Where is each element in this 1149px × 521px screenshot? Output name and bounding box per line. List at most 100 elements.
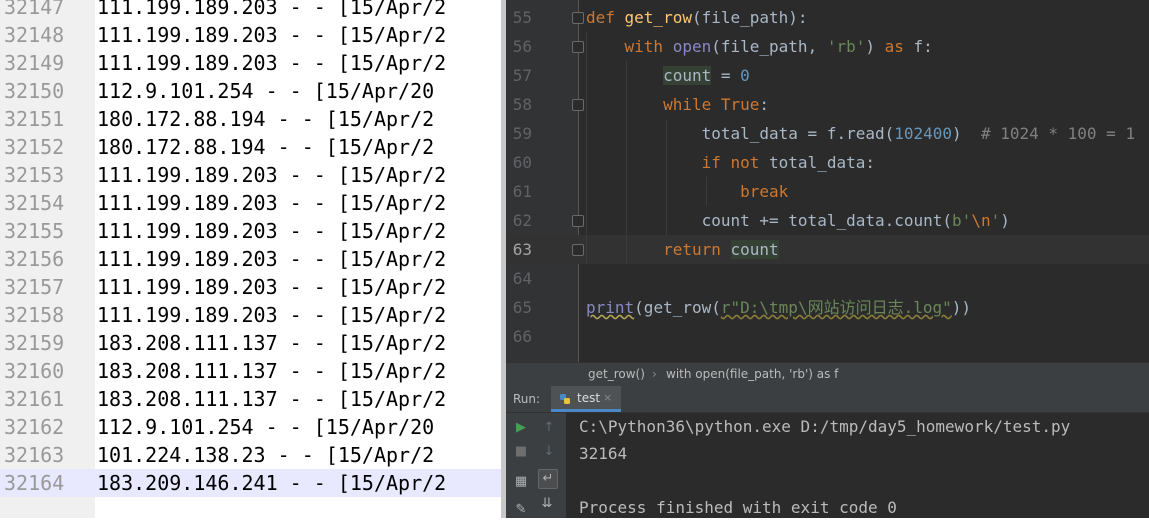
log-row: 32155 111.199.189.203 - - [15/Apr/2 xyxy=(0,217,503,245)
log-line-number: 32158 xyxy=(4,303,65,327)
code-line: 60 if not total_data: xyxy=(506,148,1149,177)
code-line: 57 count = 0 xyxy=(506,61,1149,90)
code-line: 58 while True: xyxy=(506,90,1149,119)
code-token: ) xyxy=(1000,211,1010,230)
code-token: count += total_data.count( xyxy=(586,211,953,230)
code-token: r"D:\tmp\网站访问日志.log" xyxy=(720,298,952,317)
run-toolbar: ▶ ↑ ■ ↓ ▦ ↵ ⇊ ✎ xyxy=(506,413,566,518)
log-line-text: 111.199.189.203 - - [15/Apr/2 xyxy=(97,163,447,187)
code-token: # 1024 * 100 = 1 xyxy=(980,124,1136,143)
fold-icon[interactable] xyxy=(572,244,584,256)
code-line-number: 65 xyxy=(512,298,532,317)
code-token: (file_path, xyxy=(711,37,827,56)
console-line: 32164 xyxy=(579,444,628,463)
fold-icon[interactable] xyxy=(572,215,584,227)
log-row: 32154 111.199.189.203 - - [15/Apr/2 xyxy=(0,189,503,217)
breadcrumb: get_row() › with open(file_path, 'rb') a… xyxy=(506,362,1149,387)
pin-icon[interactable]: ✎ xyxy=(512,501,530,519)
log-line-text: 183.208.111.137 - - [15/Apr/2 xyxy=(97,387,447,411)
log-line-text: 183.208.111.137 - - [15/Apr/2 xyxy=(97,359,447,383)
breadcrumb-item-function[interactable]: get_row() xyxy=(588,367,645,381)
code-token: print xyxy=(586,298,635,317)
run-tab-bar: Run: test × xyxy=(506,386,1149,413)
log-line-number: 32161 xyxy=(4,387,65,411)
log-row: 32153 111.199.189.203 - - [15/Apr/2 xyxy=(0,161,503,189)
code-token: b' xyxy=(952,211,972,230)
code-token: open xyxy=(672,37,712,56)
log-row: 32162 112.9.101.254 - - [15/Apr/20 xyxy=(0,413,503,441)
log-line-text: 112.9.101.254 - - [15/Apr/20 xyxy=(97,79,435,103)
log-line-number: 32160 xyxy=(4,359,65,383)
scroll-to-end-icon[interactable]: ⇊ xyxy=(538,495,556,513)
log-line-number: 32150 xyxy=(4,79,65,103)
code-line: 55 def get_row(file_path): xyxy=(506,3,1149,32)
fold-icon[interactable] xyxy=(572,41,584,53)
code-text: if not total_data: xyxy=(586,148,875,177)
code-line-number: 66 xyxy=(512,327,532,346)
log-row: 32164 183.209.146.241 - - [15/Apr/2 xyxy=(0,469,503,497)
soft-wrap-icon[interactable]: ↵ xyxy=(538,469,558,489)
stop-icon[interactable]: ■ xyxy=(512,443,530,461)
log-viewer-pane[interactable]: 32147 111.199.189.203 - - [15/Apr/2 32148 1… xyxy=(0,0,503,518)
breadcrumb-separator: › xyxy=(652,367,657,381)
log-row: 32152 180.172.88.194 - - [15/Apr/2 xyxy=(0,133,503,161)
code-token: 'rb' xyxy=(826,37,866,56)
log-line-number: 32163 xyxy=(4,443,65,467)
code-token: 102400 xyxy=(894,124,953,143)
rerun-icon[interactable]: ▶ xyxy=(512,419,530,437)
log-line-text: 180.172.88.194 - - [15/Apr/2 xyxy=(97,135,435,159)
code-token: (get_row( xyxy=(634,298,721,317)
code-text: total_data = f.read(102400) # 1024 * 100… xyxy=(586,119,1135,148)
code-line: 63 return count xyxy=(506,235,1149,264)
code-token: ) xyxy=(952,124,981,143)
code-line-number: 64 xyxy=(512,269,532,288)
log-line-number: 32149 xyxy=(4,51,65,75)
log-line-number: 32153 xyxy=(4,163,65,187)
console-output[interactable]: C:\Python36\python.exe D:/tmp/day5_homew… xyxy=(579,413,1149,518)
log-line-number: 32154 xyxy=(4,191,65,215)
code-line: 65 print(get_row(r"D:\tmp\网站访问日志.log")) xyxy=(506,293,1149,322)
code-line: 66 xyxy=(506,322,1149,351)
arrow-down-icon[interactable]: ↓ xyxy=(540,443,558,461)
code-line: 59 total_data = f.read(102400) # 1024 * … xyxy=(506,119,1149,148)
log-row: 32159 183.208.111.137 - - [15/Apr/2 xyxy=(0,329,503,357)
log-line-number: 32157 xyxy=(4,275,65,299)
layout-icon[interactable]: ▦ xyxy=(512,473,530,491)
fold-icon[interactable] xyxy=(572,12,584,24)
code-editor[interactable]: 55 def get_row(file_path): 56 with open(fi… xyxy=(506,0,1149,362)
log-line-number: 32155 xyxy=(4,219,65,243)
log-line-number: 32151 xyxy=(4,107,65,131)
run-tab-label: test xyxy=(577,391,601,405)
log-row: 32148 111.199.189.203 - - [15/Apr/2 xyxy=(0,21,503,49)
code-line: 56 with open(file_path, 'rb') as f: xyxy=(506,32,1149,61)
code-token: )) xyxy=(951,298,972,317)
python-icon xyxy=(560,394,570,404)
log-line-text: 111.199.189.203 - - [15/Apr/2 xyxy=(97,191,447,215)
run-label: Run: xyxy=(513,392,541,406)
code-token: while True xyxy=(663,95,760,114)
log-row: 32158 111.199.189.203 - - [15/Apr/2 xyxy=(0,301,503,329)
log-line-text: 183.208.111.137 - - [15/Apr/2 xyxy=(97,331,447,355)
log-line-number: 32159 xyxy=(4,331,65,355)
code-token: ) xyxy=(865,37,885,56)
fold-icon[interactable] xyxy=(572,99,584,111)
arrow-up-icon[interactable]: ↑ xyxy=(540,419,558,437)
log-line-number: 32156 xyxy=(4,247,65,271)
run-tab-test[interactable]: test × xyxy=(551,386,621,412)
code-line-number: 59 xyxy=(512,124,532,143)
close-icon[interactable]: × xyxy=(603,391,612,404)
code-text: break xyxy=(586,177,788,206)
code-token: def xyxy=(586,8,625,27)
code-line-number: 63 xyxy=(512,240,532,259)
console-line: Process finished with exit code 0 xyxy=(579,498,897,517)
log-row: 32161 183.208.111.137 - - [15/Apr/2 xyxy=(0,385,503,413)
code-token: if not xyxy=(701,153,770,172)
log-line-text: 101.224.138.23 - - [15/Apr/2 xyxy=(97,443,435,467)
code-text: while True: xyxy=(586,90,769,119)
code-line-number: 61 xyxy=(512,182,532,201)
log-row: 32150 112.9.101.254 - - [15/Apr/20 xyxy=(0,77,503,105)
breadcrumb-item-with[interactable]: with open(file_path, 'rb') as f xyxy=(666,367,838,381)
